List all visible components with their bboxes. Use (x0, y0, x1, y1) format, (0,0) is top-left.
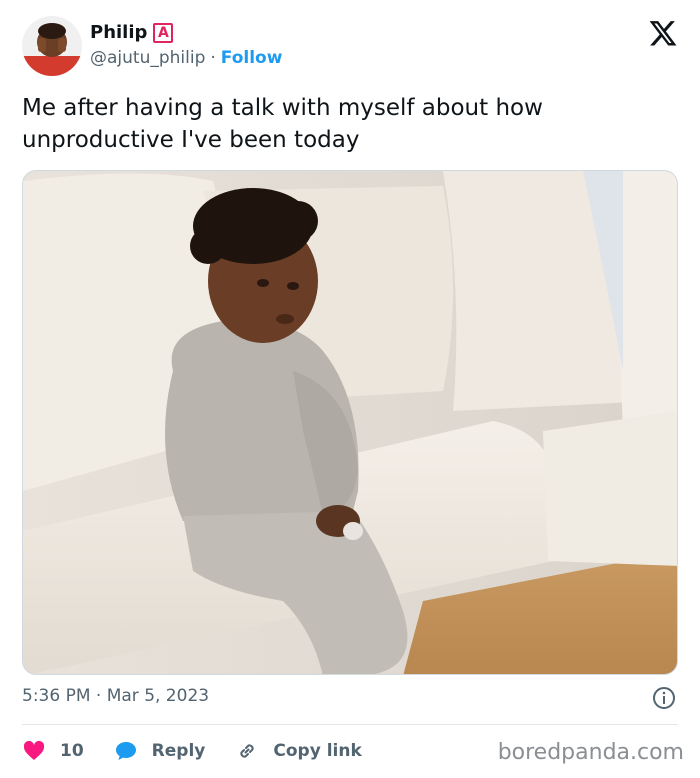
link-icon (240, 744, 254, 758)
heart-icon (23, 740, 45, 760)
badge-letter: A (155, 24, 172, 41)
timestamp-row: 5:36 PM · Mar 5, 2023 (22, 686, 678, 710)
divider (22, 724, 678, 725)
action-bar: 10 Reply Copy link (22, 736, 392, 766)
avatar-image (22, 16, 82, 76)
tweet-card: Philip A @ajutu_philip · Follow Me after… (0, 0, 700, 778)
tweet-header: Philip A @ajutu_philip · Follow (22, 14, 682, 80)
photo-child-on-sofa (23, 171, 677, 674)
tweet-photo[interactable] (22, 170, 678, 675)
reply-label: Reply (151, 741, 206, 761)
reply-bubble-icon (115, 742, 136, 760)
display-name[interactable]: Philip (90, 22, 147, 43)
avatar[interactable] (22, 16, 82, 76)
reply-button[interactable]: Reply (114, 739, 206, 763)
copy-link-label: Copy link (273, 741, 362, 761)
info-icon[interactable] (652, 686, 676, 710)
handle-separator: · (210, 48, 216, 68)
timestamp[interactable]: 5:36 PM · Mar 5, 2023 (22, 686, 209, 706)
badge-icon: A (153, 22, 174, 43)
follow-button[interactable]: Follow (221, 48, 283, 68)
tweet-text: Me after having a talk with myself about… (22, 95, 543, 153)
copy-link-button[interactable]: Copy link (235, 739, 362, 763)
user-handle[interactable]: @ajutu_philip (90, 48, 205, 68)
watermark: boredpanda.com (497, 740, 684, 765)
like-button[interactable]: 10 (22, 739, 84, 763)
x-logo-icon[interactable] (648, 18, 678, 48)
like-count: 10 (60, 741, 84, 761)
